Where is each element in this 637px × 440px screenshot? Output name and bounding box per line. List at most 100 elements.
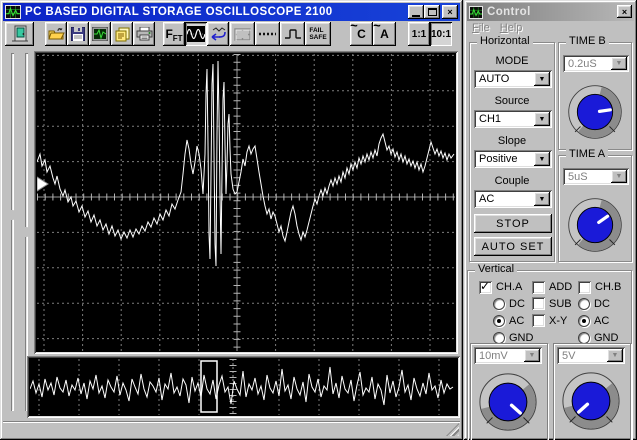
fft-button[interactable]: F FT	[163, 22, 185, 46]
mode-combo-arrow[interactable]: ▼	[534, 72, 550, 86]
menu-file[interactable]: File	[472, 22, 490, 34]
source-combobox[interactable]: CH1 ▼	[474, 110, 552, 128]
exit-button[interactable]	[5, 22, 34, 46]
mode-label: MODE	[495, 55, 529, 67]
desktop: PC BASED DIGITAL STORAGE OSCILLOSCOPE 21…	[0, 0, 637, 440]
trigger-slider-track[interactable]	[11, 53, 14, 411]
open-button[interactable]	[45, 22, 67, 46]
source-combo-arrow[interactable]: ▼	[534, 112, 550, 126]
minimize-button[interactable]	[408, 5, 424, 19]
main-display	[34, 51, 458, 354]
add-label: ADD	[549, 281, 573, 293]
probe-10to1-button[interactable]: 10:1	[430, 22, 452, 46]
volts-b-combo-arrow[interactable]: ▼	[607, 349, 623, 362]
couple-combo-arrow[interactable]: ▼	[534, 192, 550, 206]
fft-label: F	[165, 27, 173, 41]
vertical-group-label: Vertical	[475, 263, 518, 275]
display-button[interactable]	[89, 22, 111, 46]
volts-b-knob[interactable]	[560, 370, 622, 432]
control-menubar: File Help	[472, 22, 532, 34]
cha-ac-radio[interactable]	[493, 315, 505, 327]
control-titlebar[interactable]: Control ×	[467, 3, 634, 21]
time-b-label: TIME B	[566, 35, 609, 47]
source-label: Source	[494, 95, 530, 107]
cha-checkbox[interactable]: ✓	[479, 279, 492, 294]
sub-checkbox[interactable]: ✓	[532, 297, 545, 310]
couple-combobox[interactable]: AC ▼	[474, 190, 552, 208]
close-icon: ×	[447, 7, 453, 17]
volts-b-combobox[interactable]: 5V ▼	[557, 347, 625, 364]
chb-checkbox[interactable]: ✓	[578, 281, 591, 294]
chb-ac-radio[interactable]	[578, 315, 590, 327]
chevron-down-icon: ▼	[538, 195, 546, 203]
waveform-mode-button[interactable]	[185, 22, 207, 46]
copy-button[interactable]	[111, 22, 133, 46]
vertical-group: Vertical ✓ CH.A ✓ ADD ✓ CH.B DC ✓ SUB DC…	[467, 263, 632, 440]
control-close-button[interactable]: ×	[617, 5, 632, 18]
calibrate-c-button[interactable]: ~ C	[350, 18, 373, 46]
xy-checkbox[interactable]: ✓	[532, 314, 545, 327]
time-b-knob[interactable]	[566, 83, 624, 141]
close-button[interactable]: ×	[442, 5, 458, 19]
chevron-down-icon: ▼	[615, 173, 623, 180]
calibrate-c-label: ~ C	[350, 18, 366, 41]
grid-toggle-button[interactable]	[230, 22, 255, 46]
trigger-slider-thumb[interactable]	[4, 210, 19, 220]
return-arrow-icon	[211, 27, 226, 41]
xy-label: X-Y	[549, 315, 568, 327]
calibrate-a-label: ~ A	[373, 18, 389, 41]
volts-a-combo-arrow[interactable]: ▼	[524, 349, 540, 362]
time-a-combo-arrow[interactable]: ▼	[611, 170, 627, 183]
menu-help[interactable]: Help	[500, 22, 523, 34]
add-checkbox[interactable]: ✓	[532, 281, 545, 294]
chevron-down-icon: ▼	[611, 352, 619, 359]
stop-button[interactable]: STOP	[474, 214, 552, 233]
minimize-icon	[412, 15, 420, 17]
control-window: Control × File Help Horizontal MODE AUTO…	[464, 0, 637, 440]
chb-label: CH.B	[595, 281, 622, 293]
offset-slider-thumb[interactable]	[18, 227, 33, 237]
volts-a-combobox[interactable]: 10mV ▼	[474, 347, 542, 364]
time-b-combobox[interactable]: 0.2uS ▼	[563, 55, 629, 72]
chevron-down-icon: ▼	[538, 155, 546, 163]
failsafe-button[interactable]: FAIL SAFE	[305, 22, 331, 46]
volts-a-knob[interactable]	[477, 371, 539, 433]
print-button[interactable]	[133, 22, 155, 46]
maximize-button[interactable]	[424, 5, 440, 19]
grid-icon	[234, 27, 251, 41]
probe-1to1-button[interactable]: 1:1	[408, 22, 430, 46]
undo-sweep-button[interactable]	[207, 22, 229, 46]
cha-dc-radio[interactable]	[493, 298, 505, 310]
save-button[interactable]	[67, 22, 89, 46]
time-a-label: TIME A	[566, 148, 609, 160]
step-wave-button[interactable]	[280, 22, 305, 46]
trigger-level-marker[interactable]	[37, 176, 49, 192]
resize-grip[interactable]	[446, 423, 459, 436]
slope-combobox[interactable]: Positive ▼	[474, 150, 552, 168]
oscilloscope-window: PC BASED DIGITAL STORAGE OSCILLOSCOPE 21…	[0, 0, 463, 440]
exit-door-icon	[11, 25, 28, 42]
status-bar	[3, 421, 460, 437]
window-title: PC BASED DIGITAL STORAGE OSCILLOSCOPE 21…	[25, 6, 333, 18]
maximize-icon	[427, 8, 437, 16]
crt-waveform-icon	[92, 27, 108, 41]
cha-dc-label: DC	[509, 298, 525, 310]
mode-combobox[interactable]: AUTO ▼	[474, 70, 552, 88]
horizontal-group-label: Horizontal	[477, 35, 533, 47]
failsafe-label: FAIL SAFE	[309, 27, 327, 41]
time-b-combo-arrow[interactable]: ▼	[611, 57, 627, 70]
time-a-knob[interactable]	[566, 196, 624, 254]
dashed-line-icon	[259, 32, 276, 36]
autoset-button[interactable]: AUTO SET	[474, 237, 552, 256]
chb-dc-radio[interactable]	[578, 298, 590, 310]
zoom-window-selector[interactable]	[200, 360, 218, 413]
sine-display-icon	[187, 26, 205, 42]
cha-label: CH.A	[496, 281, 523, 293]
control-title: Control	[487, 6, 531, 18]
dotted-line-button[interactable]	[255, 22, 280, 46]
slope-combo-arrow[interactable]: ▼	[534, 152, 550, 166]
main-titlebar[interactable]: PC BASED DIGITAL STORAGE OSCILLOSCOPE 21…	[3, 3, 460, 21]
time-a-combobox[interactable]: 5uS ▼	[563, 168, 629, 185]
calibrate-a-button[interactable]: ~ A	[373, 18, 396, 46]
pulse-icon	[284, 29, 301, 39]
